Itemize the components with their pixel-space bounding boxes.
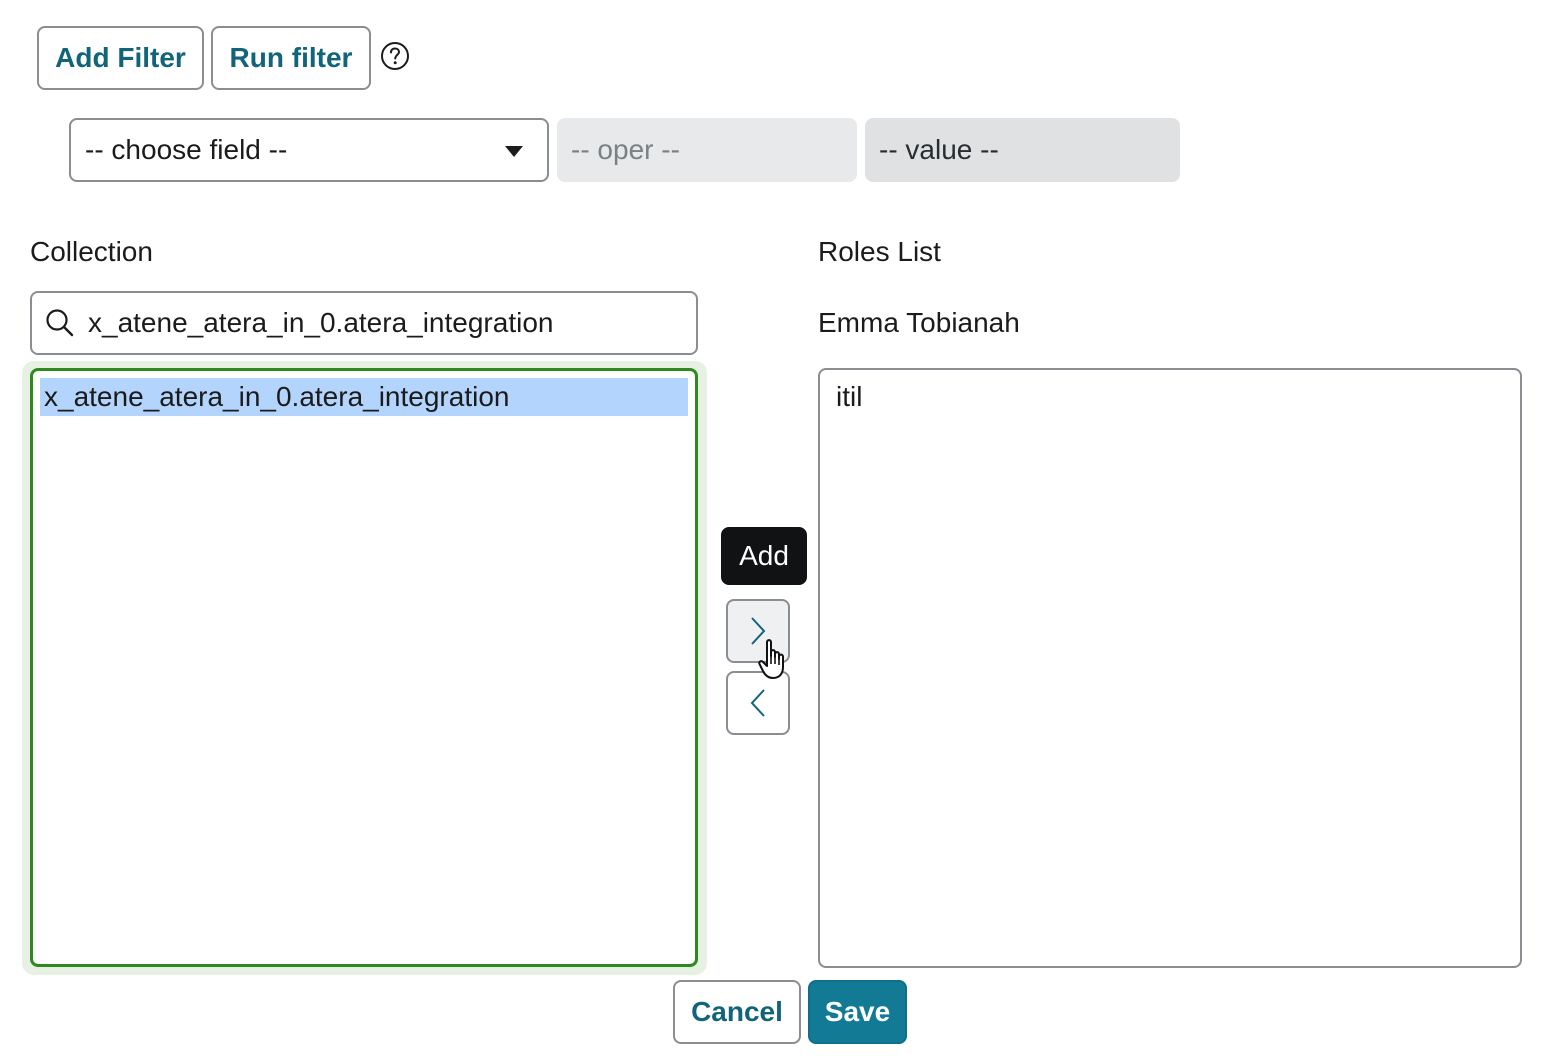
collection-list[interactable]: x_atene_atera_in_0.atera_integration bbox=[30, 368, 698, 967]
oper-value: -- oper -- bbox=[571, 134, 680, 165]
collection-search-input[interactable]: x_atene_atera_in_0.atera_integration bbox=[30, 291, 698, 355]
search-input-value[interactable]: x_atene_atera_in_0.atera_integration bbox=[88, 307, 553, 339]
add-filter-button[interactable]: Add Filter bbox=[37, 26, 204, 90]
value-field: -- value -- bbox=[865, 118, 1180, 182]
choose-field-value: -- choose field -- bbox=[85, 134, 288, 165]
choose-field-select[interactable]: -- choose field -- bbox=[69, 118, 549, 182]
caret-down-icon bbox=[505, 146, 523, 157]
user-name: Emma Tobianah bbox=[818, 307, 1020, 338]
value-placeholder: -- value -- bbox=[879, 134, 999, 165]
search-icon bbox=[46, 309, 74, 337]
list-item[interactable]: x_atene_atera_in_0.atera_integration bbox=[40, 378, 688, 416]
add-tooltip: Add bbox=[721, 527, 807, 585]
hand-cursor-icon bbox=[758, 639, 784, 679]
question-circle-icon[interactable] bbox=[380, 41, 410, 71]
collection-label: Collection bbox=[30, 236, 153, 267]
roles-list-label: Roles List bbox=[818, 236, 941, 267]
roles-list[interactable]: itil bbox=[818, 368, 1522, 968]
chevron-left-icon bbox=[750, 689, 765, 717]
cancel-button[interactable]: Cancel bbox=[673, 980, 801, 1044]
run-filter-button[interactable]: Run filter bbox=[211, 26, 371, 90]
oper-select: -- oper -- bbox=[557, 118, 857, 182]
list-item[interactable]: itil bbox=[832, 378, 1508, 416]
save-button[interactable]: Save bbox=[808, 980, 907, 1044]
